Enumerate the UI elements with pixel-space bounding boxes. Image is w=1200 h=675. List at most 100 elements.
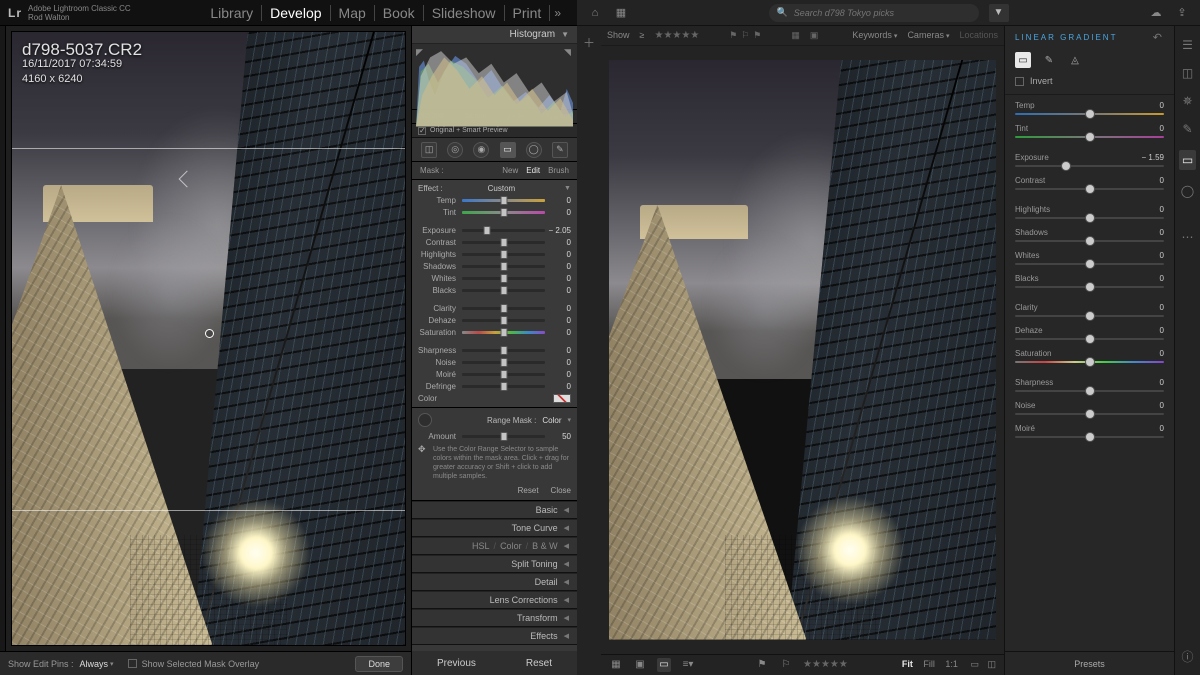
linear-gradient-tool[interactable]: ▭ xyxy=(1015,52,1031,68)
range-mask-close[interactable]: Close xyxy=(551,486,571,495)
mask-tab-edit[interactable]: Edit xyxy=(526,166,540,175)
graduated-filter-tool[interactable]: ▭ xyxy=(500,142,516,158)
flag-filter[interactable]: ⚑⚐⚑ xyxy=(727,30,763,41)
panel-basic[interactable]: Basic◀ xyxy=(412,501,577,519)
more-icon[interactable]: ⋯ xyxy=(1182,230,1194,244)
range-mask-reset[interactable]: Reset xyxy=(518,486,539,495)
module-tab-library[interactable]: Library xyxy=(202,5,262,21)
module-tab-slideshow[interactable]: Slideshow xyxy=(424,5,505,21)
locations-filter[interactable]: Locations xyxy=(959,30,998,40)
rating-filter[interactable]: ≥ xyxy=(640,30,645,40)
slider-sharpness[interactable]: Sharpness0 xyxy=(418,345,571,355)
slider-shadows[interactable]: Shadows0 xyxy=(1015,228,1164,242)
chevron-down-icon[interactable]: ▾ xyxy=(567,416,571,424)
module-tab-map[interactable]: Map xyxy=(331,5,375,21)
slider-blacks[interactable]: Blacks0 xyxy=(1015,274,1164,288)
info-icon[interactable]: ⓘ xyxy=(1181,648,1193,665)
done-button[interactable]: Done xyxy=(355,656,403,672)
panel-transform[interactable]: Transform◀ xyxy=(412,609,577,627)
slider-track[interactable] xyxy=(1015,113,1164,115)
module-tab-book[interactable]: Book xyxy=(375,5,424,21)
slider-saturation[interactable]: Saturation0 xyxy=(418,327,571,337)
slider-track[interactable] xyxy=(462,319,545,322)
slider-track[interactable] xyxy=(1015,315,1164,317)
slider-track[interactable] xyxy=(1015,188,1164,190)
slider-track[interactable] xyxy=(462,385,545,388)
gradient-pin[interactable] xyxy=(205,329,214,338)
invert-checkbox[interactable] xyxy=(1015,77,1024,86)
module-tab-develop[interactable]: Develop xyxy=(262,5,330,21)
rating-stars[interactable]: ★★★★★ xyxy=(803,659,848,670)
compare-icon[interactable]: ◫ xyxy=(987,659,996,669)
slider-track[interactable] xyxy=(462,265,545,268)
cloud-icon[interactable]: ☁ xyxy=(1148,5,1164,21)
undo-icon[interactable]: ↶ xyxy=(1153,31,1164,44)
previous-button[interactable]: Previous xyxy=(437,658,476,669)
slider-track[interactable] xyxy=(1015,136,1164,138)
slider-whites[interactable]: Whites0 xyxy=(418,273,571,283)
sort-icon[interactable]: ≡▾ xyxy=(681,658,695,672)
slider-track[interactable] xyxy=(462,331,545,334)
slider-track[interactable] xyxy=(1015,263,1164,265)
slider-saturation[interactable]: Saturation0 xyxy=(1015,349,1164,363)
slider-track[interactable] xyxy=(1015,240,1164,242)
heal-icon[interactable]: ✵ xyxy=(1182,94,1192,108)
slider-track[interactable] xyxy=(462,289,545,292)
slider-tint[interactable]: Tint0 xyxy=(1015,124,1164,138)
panel-split-toning[interactable]: Split Toning◀ xyxy=(412,555,577,573)
slider-temp[interactable]: Temp0 xyxy=(418,195,571,205)
slider-contrast[interactable]: Contrast0 xyxy=(1015,176,1164,190)
star-filter[interactable]: ★★★★★ xyxy=(654,30,699,41)
slider-track[interactable] xyxy=(1015,338,1164,340)
keywords-filter[interactable]: Keywords▾ xyxy=(852,30,897,40)
slider-exposure[interactable]: Exposure− 2.05 xyxy=(418,225,571,235)
panel-detail[interactable]: Detail◀ xyxy=(412,573,577,591)
crop-tool[interactable]: ◫ xyxy=(421,142,437,158)
histogram[interactable]: ◤ ◥ xyxy=(412,44,577,110)
cameras-filter[interactable]: Cameras▾ xyxy=(907,30,949,40)
slider-contrast[interactable]: Contrast0 xyxy=(418,237,571,247)
linear-gradient-icon[interactable]: ▭ xyxy=(1179,150,1196,170)
range-mask-mode[interactable]: Color xyxy=(542,416,561,425)
zoom-fit[interactable]: Fit xyxy=(902,659,913,669)
slider-noise[interactable]: Noise0 xyxy=(1015,401,1164,415)
slider-track[interactable] xyxy=(462,361,545,364)
brush-icon[interactable]: ✎ xyxy=(1182,122,1192,136)
slider-highlights[interactable]: Highlights0 xyxy=(1015,205,1164,219)
home-icon[interactable]: ⌂ xyxy=(587,5,603,21)
presets-button[interactable]: Presets xyxy=(1005,651,1174,675)
slider-whites[interactable]: Whites0 xyxy=(1015,251,1164,265)
gradient-guide-top[interactable] xyxy=(12,148,405,149)
filter-icon[interactable]: ▼ xyxy=(989,4,1009,22)
module-more-icon[interactable]: » xyxy=(550,6,569,20)
my-photos-icon[interactable]: ▦ xyxy=(613,5,629,21)
grid-view-icon[interactable]: ▦ xyxy=(609,658,623,672)
slider-track[interactable] xyxy=(1015,286,1164,288)
square-view-icon[interactable]: ▣ xyxy=(633,658,647,672)
slider-track[interactable] xyxy=(462,373,545,376)
overlay-checkbox[interactable] xyxy=(128,659,137,668)
module-tab-print[interactable]: Print xyxy=(505,5,551,21)
view-square-icon[interactable]: ▣ xyxy=(810,30,819,41)
panel-tone-curve[interactable]: Tone Curve◀ xyxy=(412,519,577,537)
search-field[interactable]: 🔍 xyxy=(769,4,979,22)
zoom-1to1[interactable]: 1:1 xyxy=(945,659,958,669)
slider-dehaze[interactable]: Dehaze0 xyxy=(1015,326,1164,340)
slider-track[interactable] xyxy=(462,241,545,244)
slider-track[interactable] xyxy=(462,199,545,202)
mask-tab-new[interactable]: New xyxy=(502,166,518,175)
slider-track[interactable] xyxy=(1015,217,1164,219)
mask-tab-brush[interactable]: Brush xyxy=(548,166,569,175)
radial-filter-tool[interactable]: ◯ xyxy=(526,142,542,158)
slider-moire[interactable]: Moiré0 xyxy=(1015,424,1164,438)
amount-slider[interactable] xyxy=(462,435,545,438)
flag-pick-icon[interactable]: ⚑ xyxy=(755,658,769,672)
panel-hsl-color-b-w[interactable]: HSL/Color/B & W◀ xyxy=(412,537,577,555)
spot-tool[interactable]: ◎ xyxy=(447,142,463,158)
slider-track[interactable] xyxy=(462,307,545,310)
zoom-fill[interactable]: Fill xyxy=(923,659,935,669)
slider-track[interactable] xyxy=(462,349,545,352)
slider-track[interactable] xyxy=(1015,361,1164,363)
detail-view-icon[interactable]: ▭ xyxy=(657,658,671,672)
slider-noise[interactable]: Noise0 xyxy=(418,357,571,367)
